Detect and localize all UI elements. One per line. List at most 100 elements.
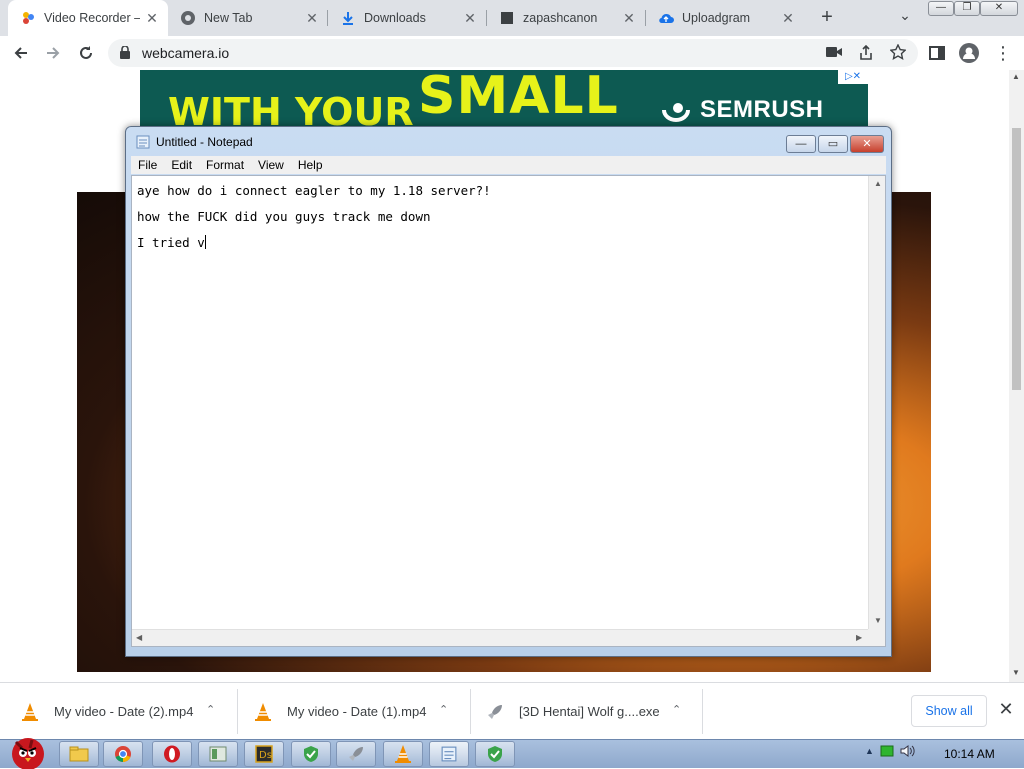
taskbar-app-button[interactable]: Ds [244,741,284,767]
tab-close-icon[interactable]: ✕ [304,10,320,26]
download-item[interactable]: [3D Hentai] Wolf g....exe ⌃ [485,683,700,740]
rocket-icon [349,747,363,761]
notepad-titlebar[interactable]: Untitled - Notepad [136,135,253,149]
scroll-down-icon[interactable]: ▼ [1012,668,1020,677]
profile-button[interactable] [958,42,980,64]
scroll-right-icon[interactable]: ▶ [856,633,862,642]
network-icon[interactable] [880,744,894,758]
menu-help[interactable]: Help [291,158,330,172]
menu-kebab-icon[interactable]: ⋮ [992,42,1014,64]
vlc-cone-icon [253,702,273,722]
menu-file[interactable]: File [131,158,164,172]
tab-search-button[interactable]: ⌄ [894,4,916,26]
notepad-maximize-button[interactable]: ▭ [818,135,848,153]
system-tray: ▲ [865,744,916,758]
scroll-left-icon[interactable]: ◀ [136,633,142,642]
site-icon [499,10,515,26]
notepad-close-button[interactable]: ✕ [850,135,884,153]
tab-zapashcanon[interactable]: zapashcanon ✕ [487,0,645,36]
chevron-up-icon[interactable]: ⌃ [439,703,448,716]
bookmark-star-icon[interactable] [889,43,907,63]
tab-close-icon[interactable]: ✕ [462,10,478,26]
start-button-angry-bird-icon[interactable] [4,732,48,769]
volume-icon[interactable] [900,744,916,758]
taskbar-calculator-button[interactable] [198,741,238,767]
menu-edit[interactable]: Edit [164,158,199,172]
download-item[interactable]: My video - Date (1).mp4 ⌃ [253,683,463,740]
tab-downloads[interactable]: Downloads ✕ [328,0,486,36]
back-arrow-icon [14,47,27,59]
opera-icon [164,745,180,763]
close-download-shelf-icon[interactable]: ✕ [996,699,1016,719]
menu-format[interactable]: Format [199,158,251,172]
show-hidden-icons-icon[interactable]: ▲ [865,746,874,756]
cloud-upload-icon [658,10,674,26]
share-icon[interactable] [858,44,874,64]
forward-button[interactable] [42,42,64,64]
side-panel-icon [929,46,945,60]
shield-icon [488,746,502,762]
taskbar-chrome-button[interactable] [103,741,143,767]
tab-close-icon[interactable]: ✕ [144,10,160,26]
lock-icon [120,45,130,62]
scrollbar-thumb[interactable] [1012,128,1021,390]
video-recorder-icon [20,10,36,26]
ad-choices-icon[interactable]: ▷✕ [838,70,868,84]
chevron-up-icon[interactable]: ⌃ [206,703,215,716]
download-icon [340,10,356,26]
taskbar-vlc-button[interactable] [383,741,423,767]
download-item[interactable]: My video - Date (2).mp4 ⌃ [20,683,230,740]
taskbar-shield-button-2[interactable] [475,741,515,767]
ad-brand: SEMRUSH [700,96,824,123]
calculator-icon [209,746,227,762]
taskbar-rocket-button[interactable] [336,741,376,767]
notepad-menubar: File Edit Format View Help [131,156,886,174]
notepad-horizontal-scrollbar[interactable]: ◀ ▶ [132,629,869,646]
notepad-icon [441,746,457,762]
chevron-up-icon[interactable]: ⌃ [672,703,681,716]
tab-label: Uploadgram [682,11,751,25]
size-grip[interactable] [868,629,885,646]
taskbar-notepad-button[interactable] [429,741,469,767]
show-all-button[interactable]: Show all [911,695,987,727]
tab-close-icon[interactable]: ✕ [780,10,796,26]
camera-icon[interactable] [826,45,842,62]
ad-banner[interactable]: WITH YOUR SMALL SEMRUSH ▷✕ [140,70,868,130]
side-panel-button[interactable] [926,42,948,64]
notepad-text[interactable]: aye how do i connect eagler to my 1.18 s… [137,178,491,256]
reload-button[interactable] [75,42,97,64]
tab-uploadgram[interactable]: Uploadgram ✕ [646,0,804,36]
new-tab-button[interactable]: + [816,6,838,28]
notepad-minimize-button[interactable]: — [786,135,816,153]
address-bar[interactable]: webcamera.io [108,39,918,67]
url-text[interactable]: webcamera.io [142,45,229,61]
taskbar: Ds ▲ 10:14 AM [0,738,1024,769]
taskbar-clock[interactable]: 10:14 AM [944,747,995,761]
minimize-window-button[interactable]: — [928,1,954,16]
browser-toolbar: webcamera.io ⋮ [0,36,1024,70]
taskbar-shield-button[interactable] [291,741,331,767]
scroll-down-icon[interactable]: ▼ [874,616,882,625]
text-line: how the FUCK did you guys track me down [137,209,431,224]
notepad-vertical-scrollbar[interactable]: ▲ ▼ [868,176,885,630]
notepad-text-area[interactable]: aye how do i connect eagler to my 1.18 s… [131,175,886,647]
text-line-last: I tried v [137,230,491,256]
taskbar-opera-button[interactable] [152,741,192,767]
shield-icon [304,746,318,762]
restore-window-button[interactable]: ❐ [954,1,980,16]
notepad-window: Untitled - Notepad — ▭ ✕ File Edit Forma… [125,126,892,657]
tab-label: Downloads [364,11,426,25]
ad-headline: SMALL [418,70,619,126]
tab-video-recorder[interactable]: Video Recorder – ✕ [8,0,168,36]
tab-new-tab[interactable]: New Tab ✕ [168,0,328,36]
back-button[interactable] [10,42,32,64]
avatar-icon [959,43,979,63]
semrush-logo-icon [662,103,690,122]
close-window-button[interactable]: ✕ [980,1,1018,16]
page-scrollbar[interactable]: ▲ ▼ [1009,70,1024,682]
menu-view[interactable]: View [251,158,291,172]
scroll-up-icon[interactable]: ▲ [874,179,882,188]
tab-close-icon[interactable]: ✕ [621,10,637,26]
scroll-up-icon[interactable]: ▲ [1012,72,1020,81]
taskbar-explorer-button[interactable] [59,741,99,767]
